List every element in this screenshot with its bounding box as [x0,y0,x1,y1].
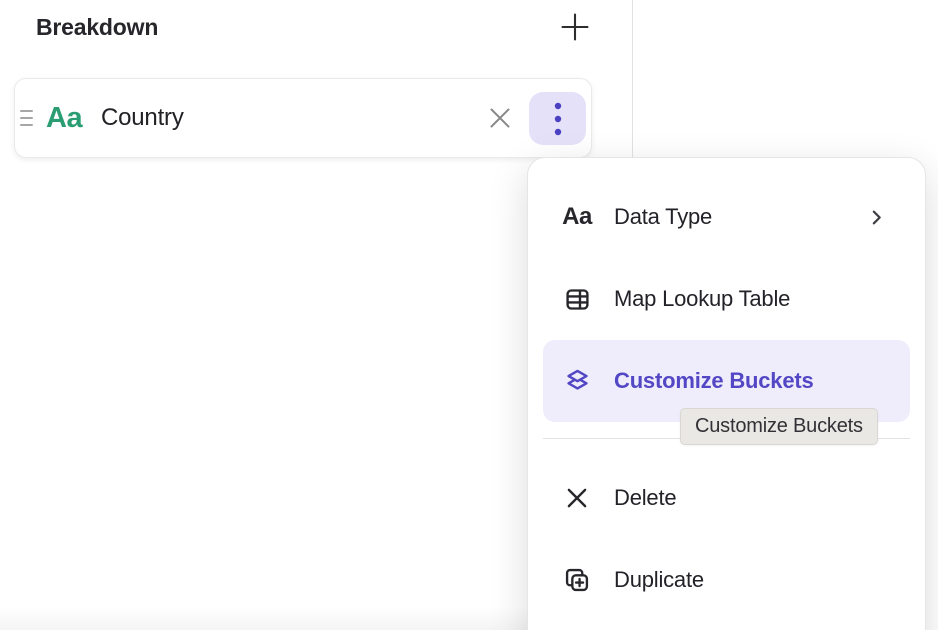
table-icon [561,286,593,313]
add-breakdown-button[interactable] [558,10,592,44]
menu-item-label: Duplicate [614,567,704,593]
breakdown-panel: Breakdown Aa Country [0,0,938,630]
field-options-button[interactable] [529,92,586,145]
menu-item-label: Delete [614,485,676,511]
menu-item-data-type[interactable]: Aa Data Type [543,176,910,258]
copy-plus-icon [561,566,593,594]
remove-field-button[interactable] [485,79,515,157]
menu-item-duplicate[interactable]: Duplicate [543,539,910,621]
text-format-icon: Aa [561,203,593,231]
kebab-menu-icon [552,99,564,139]
plus-icon [560,12,590,42]
breakdown-field-card[interactable]: Aa Country [14,78,592,158]
chevron-right-icon [868,209,885,226]
close-icon [486,104,514,132]
field-label: Country [101,79,184,157]
text-type-icon: Aa [46,79,82,157]
drag-handle-icon[interactable] [20,79,33,157]
menu-item-label: Data Type [614,204,712,230]
close-icon [561,485,593,511]
menu-item-delete[interactable]: Delete [543,457,910,539]
context-menu: Aa Data Type Map Lookup Table [527,157,926,630]
panel-header: Breakdown [36,6,592,48]
menu-item-label: Customize Buckets [614,368,814,394]
tooltip: Customize Buckets [680,408,878,445]
menu-item-map-lookup-table[interactable]: Map Lookup Table [543,258,910,340]
panel-title: Breakdown [36,14,158,41]
bottom-fade [0,606,528,630]
menu-item-label: Map Lookup Table [614,286,790,312]
stack-icon [561,367,593,396]
